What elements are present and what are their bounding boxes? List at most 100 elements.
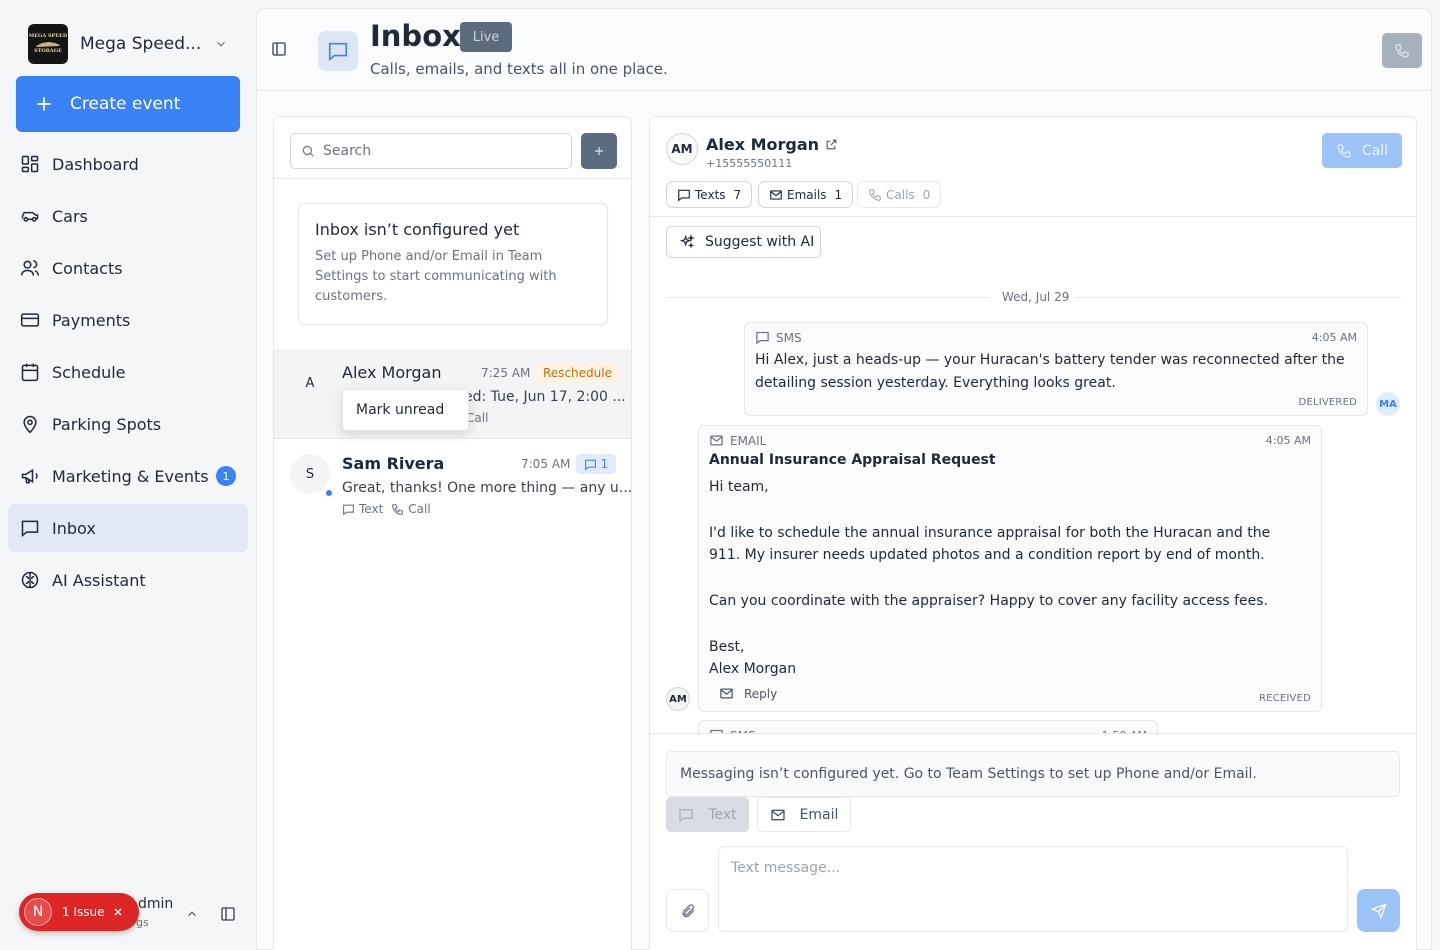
emails-filter-chip[interactable]: Emails 1: [758, 181, 854, 208]
call-action[interactable]: Call: [391, 502, 431, 516]
search-placeholder: Search: [323, 143, 372, 159]
contact-avatar: AM: [666, 133, 698, 165]
mark-unread-menu-item[interactable]: Mark unread: [356, 402, 444, 418]
call-button[interactable]: Call: [1322, 133, 1402, 168]
conversation-time: 7:25 AM: [481, 366, 531, 380]
reschedule-badge: Reschedule: [536, 363, 619, 383]
message-type: EMAIL: [709, 433, 766, 448]
conversation-item[interactable]: S Sam Rivera 7:05 AM 1 Great, thanks! On…: [274, 440, 632, 530]
create-event-button[interactable]: Create event: [16, 76, 240, 132]
notice-title: Inbox isn’t configured yet: [315, 220, 520, 239]
message-time: 4:05 AM: [1311, 331, 1357, 344]
avatar: A: [290, 363, 330, 403]
sidebar-toggle-icon[interactable]: [271, 41, 287, 57]
nav-schedule[interactable]: Schedule: [8, 348, 248, 396]
send-icon: [1370, 902, 1387, 919]
conversation-actions: Text Call: [342, 502, 431, 516]
chevron-up-icon[interactable]: [185, 907, 199, 921]
calls-filter-chip[interactable]: Calls 0: [857, 181, 942, 208]
count: 1: [600, 457, 609, 471]
workspace-switcher[interactable]: MEGA SPEED STORAGE Mega Speed...: [28, 24, 238, 64]
nav-label: Contacts: [52, 258, 123, 278]
mail-icon: [769, 188, 783, 202]
email-subject: Annual Insurance Appraisal Request: [709, 452, 996, 468]
dashboard-icon: [20, 154, 40, 174]
external-link-icon[interactable]: [825, 138, 838, 151]
nav-ai-assistant[interactable]: AI Assistant: [8, 556, 248, 604]
plus-icon: [592, 144, 606, 158]
nav-label: AI Assistant: [52, 570, 146, 590]
attach-button[interactable]: [666, 889, 709, 932]
message-icon: [20, 518, 40, 538]
message-type: SMS: [755, 330, 802, 345]
send-button[interactable]: [1357, 889, 1400, 932]
text-action[interactable]: Text: [342, 502, 383, 516]
issue-avatar: N: [24, 898, 52, 926]
message-composer: Messaging isn’t configured yet. Go to Te…: [650, 733, 1416, 950]
notification-badge: 1: [216, 466, 236, 486]
brand-logo: MEGA SPEED STORAGE: [28, 24, 68, 64]
unread-dot: [324, 488, 334, 498]
contacts-icon: [20, 258, 40, 278]
nav-cars[interactable]: Cars: [8, 192, 248, 240]
texts-filter-chip[interactable]: Texts 7: [666, 181, 753, 208]
conversation-item[interactable]: A Alex Morgan 7:25 AM Reschedule ed: Tue…: [274, 349, 631, 439]
contact-name: Alex Morgan: [342, 363, 442, 382]
email-body: Hi team, I'd like to schedule the annual…: [709, 479, 1271, 678]
contact-phone: +15555550111: [706, 157, 793, 170]
divider: [274, 178, 631, 179]
inbox-header-icon: [318, 31, 358, 71]
conversation-list: Search Inbox isn’t configured yet Set up…: [273, 116, 632, 950]
nav-dashboard[interactable]: Dashboard: [8, 140, 248, 188]
phone-icon: [1336, 143, 1352, 159]
text-mode-button[interactable]: Text: [666, 797, 749, 832]
nav-label: Parking Spots: [52, 414, 162, 434]
contact-name[interactable]: Alex Morgan: [706, 135, 838, 154]
date-divider-label: Wed, Jul 29: [1002, 290, 1070, 304]
nav-contacts[interactable]: Contacts: [8, 244, 248, 292]
nav-parking-spots[interactable]: Parking Spots: [8, 400, 248, 448]
new-conversation-button[interactable]: [581, 133, 617, 169]
plus-icon: [34, 94, 54, 114]
divider: [650, 216, 1416, 217]
brain-icon: [20, 570, 40, 590]
sidebar-collapse-icon[interactable]: [220, 906, 236, 922]
message-icon: [678, 807, 694, 823]
issues-indicator[interactable]: N 1 Issue: [19, 893, 139, 931]
message-placeholder: Text message...: [731, 860, 841, 876]
call-action-partial[interactable]: Call: [466, 411, 488, 425]
divider: [274, 438, 631, 439]
email-message: EMAIL 4:05 AM Annual Insurance Appraisal…: [698, 425, 1322, 712]
message-icon: [584, 458, 597, 471]
notice-body: Set up Phone and/or Email in Team Settin…: [315, 249, 557, 304]
message-count-badge: 1: [576, 454, 616, 474]
message-status: RECEIVED: [1259, 693, 1311, 704]
mail-icon: [709, 433, 724, 448]
message-icon: [755, 330, 770, 345]
messaging-warning: Messaging isn’t configured yet. Go to Te…: [666, 751, 1400, 797]
nav-label: Cars: [52, 206, 88, 226]
email-mode-button[interactable]: Email: [757, 797, 851, 832]
nav-inbox[interactable]: Inbox: [8, 504, 248, 552]
message-input[interactable]: Text message...: [718, 846, 1348, 932]
phone-icon: [391, 503, 404, 516]
sidebar: MEGA SPEED STORAGE Mega Speed... Create …: [0, 0, 256, 950]
header-call-button[interactable]: [1382, 33, 1422, 68]
megaphone-icon: [20, 466, 40, 486]
nav-marketing-events[interactable]: Marketing & Events 1: [8, 452, 248, 500]
search-input[interactable]: Search: [290, 133, 572, 169]
phone-icon: [868, 188, 882, 202]
date-divider-line: [666, 297, 990, 298]
map-pin-icon: [20, 414, 40, 434]
nav-label: Inbox: [52, 518, 96, 538]
suggest-with-ai-button[interactable]: Suggest with AI: [666, 226, 821, 258]
conversation-preview: ed: Tue, Jun 17, 2:00 ...: [464, 389, 626, 405]
workspace-name: Mega Speed...: [80, 34, 202, 54]
reply-button[interactable]: Reply: [719, 686, 777, 701]
page-subtitle: Calls, emails, and texts all in one plac…: [370, 60, 668, 78]
car-icon: [20, 206, 40, 226]
sender-avatar: MA: [1376, 392, 1400, 416]
date-divider-line: [1075, 297, 1401, 298]
nav-payments[interactable]: Payments: [8, 296, 248, 344]
close-icon[interactable]: [112, 906, 124, 918]
